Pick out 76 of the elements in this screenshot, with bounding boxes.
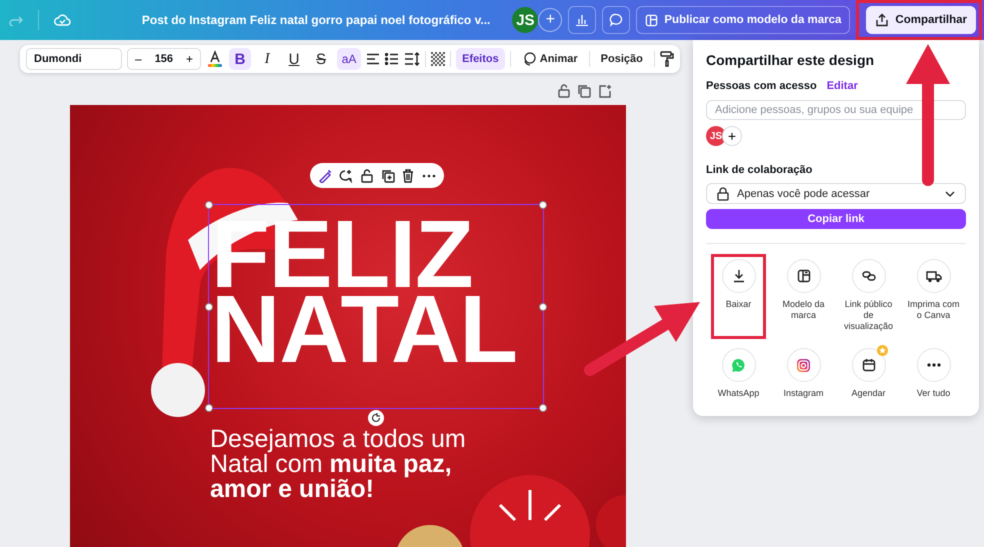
template-icon: [645, 14, 658, 26]
lock-icon: [717, 186, 729, 201]
share-option[interactable]: Modelo da marca: [771, 254, 836, 340]
effects-button[interactable]: Efeitos: [456, 48, 505, 70]
case-button[interactable]: aA: [337, 48, 362, 70]
link-icon: [862, 271, 876, 282]
add-person-button[interactable]: +: [722, 126, 742, 146]
font-size-value: 156: [154, 53, 174, 65]
line-spacing-icon[interactable]: [404, 52, 420, 66]
trash-icon[interactable]: [402, 168, 414, 182]
resize-handle[interactable]: [539, 201, 547, 209]
greeting-text: Desejamos a todos um Natal com muita paz, amor e união!: [210, 427, 466, 502]
align-left-icon[interactable]: [366, 53, 380, 65]
user-avatar[interactable]: JS: [512, 7, 538, 33]
magic-edit-icon[interactable]: [318, 168, 332, 182]
calendar-icon: [862, 358, 876, 372]
more-icon: [926, 363, 940, 368]
font-select[interactable]: Dumondi: [26, 48, 122, 70]
animate-icon: [522, 52, 536, 66]
access-dropdown[interactable]: Apenas você pode acessar: [706, 183, 966, 204]
list-icon[interactable]: [385, 53, 400, 65]
resize-handle[interactable]: [205, 404, 213, 412]
edit-link[interactable]: Editar: [826, 80, 858, 92]
resize-handle[interactable]: [205, 302, 213, 310]
position-button[interactable]: Posição: [594, 48, 649, 70]
download-icon: [732, 269, 746, 284]
cloud-check-icon[interactable]: [53, 13, 71, 27]
decrease-size-button[interactable]: –: [132, 52, 145, 66]
panel-title: Compartilhar este design: [706, 52, 876, 68]
transparency-icon[interactable]: [431, 52, 446, 66]
share-option[interactable]: Agendar: [836, 343, 901, 406]
text-color-icon[interactable]: [206, 50, 224, 68]
people-label: Pessoas com acesso: [706, 80, 817, 92]
rotate-handle[interactable]: [368, 410, 384, 426]
comment-button[interactable]: [602, 6, 630, 34]
whatsapp-icon: [731, 358, 746, 373]
publish-template-button[interactable]: Publicar como modelo da marca: [636, 6, 850, 34]
bar-chart-icon: [575, 14, 590, 26]
duplicate-icon[interactable]: [577, 84, 591, 98]
template-icon: [796, 269, 810, 284]
underline-button[interactable]: U: [283, 48, 306, 70]
share-option[interactable]: Link público de visualização: [836, 254, 901, 340]
paint-roller-icon[interactable]: [660, 51, 674, 67]
font-size-field[interactable]: – 156 +: [127, 48, 202, 70]
animate-button[interactable]: Animar: [516, 48, 584, 70]
selection-frame[interactable]: FELIZ NATAL: [208, 204, 544, 409]
heading-text: FELIZ NATAL: [211, 217, 518, 367]
link-label: Link de colaboração: [706, 164, 814, 176]
unlock-icon[interactable]: [558, 84, 570, 98]
upload-icon: [875, 13, 890, 27]
people-input-field[interactable]: Adicione pessoas, grupos ou sua equipe: [706, 100, 966, 120]
italic-button[interactable]: I: [256, 48, 278, 70]
share-option[interactable]: Instagram: [771, 343, 836, 406]
instagram-icon: [796, 358, 811, 373]
share-option[interactable]: Baixar: [711, 254, 766, 340]
more-icon[interactable]: [422, 174, 436, 178]
strike-button[interactable]: S: [310, 48, 332, 70]
share-option[interactable]: Ver tudo: [901, 343, 966, 406]
duplicate-icon[interactable]: [380, 168, 395, 182]
copy-link-button[interactable]: Copiar link: [706, 208, 966, 230]
comment-icon: [609, 13, 624, 27]
chevron-down-icon: [945, 190, 955, 197]
truck-icon: [926, 270, 942, 283]
insights-button[interactable]: [568, 6, 596, 34]
resize-handle[interactable]: [539, 302, 547, 310]
share-option[interactable]: WhatsApp: [706, 343, 771, 406]
add-collaborator-button[interactable]: +: [538, 8, 562, 32]
add-page-icon[interactable]: [598, 84, 612, 98]
user-avatar: JS: [706, 126, 726, 146]
increase-size-button[interactable]: +: [183, 52, 196, 66]
unlock-icon[interactable]: [361, 168, 374, 182]
share-option[interactable]: Imprima com o Canva: [901, 254, 966, 340]
share-button[interactable]: Compartilhar: [866, 6, 976, 34]
resize-handle[interactable]: [539, 404, 547, 412]
bold-button[interactable]: B: [229, 48, 252, 70]
comment-add-icon[interactable]: [339, 168, 354, 182]
